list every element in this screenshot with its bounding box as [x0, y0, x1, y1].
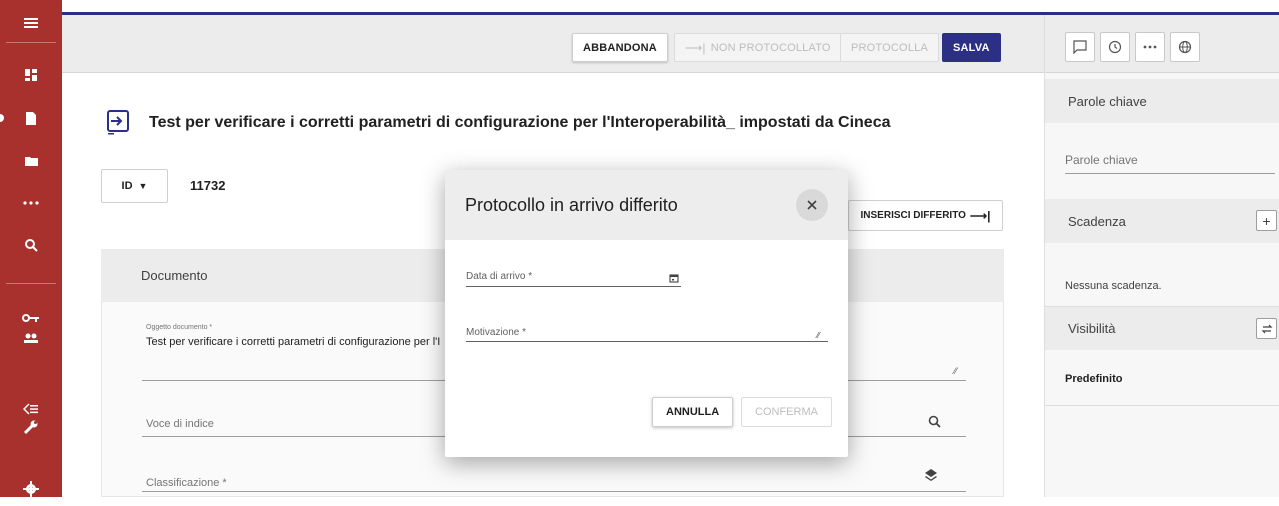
oggetto-label: Oggetto documento *	[146, 324, 213, 331]
arrow-into-bar-icon: ⟶|	[969, 208, 991, 223]
wrench-icon[interactable]	[0, 410, 62, 444]
visibilita-header: Visibilità	[1045, 306, 1279, 350]
conferma-label: CONFERMA	[755, 406, 818, 418]
arrow-into-bar-icon: ⟶|	[685, 40, 706, 55]
folder-icon[interactable]	[0, 144, 62, 178]
voce-indice-input[interactable]: Voce di indice	[146, 418, 214, 430]
action-toolbar: ABBANDONA ⟶| NON PROTOCOLLATO PROTOCOLLA…	[62, 15, 1044, 73]
resize-handle-icon[interactable]: ⁄⁄	[817, 331, 820, 340]
people-icon[interactable]	[0, 321, 62, 355]
caret-down-icon: ▼	[138, 181, 148, 191]
parole-chiave-placeholder: Parole chiave	[1065, 153, 1138, 167]
classificazione-input[interactable]: Classificazione *	[146, 477, 227, 489]
add-scadenza-button[interactable]: +	[1256, 210, 1277, 231]
right-panel-toolbar	[1045, 15, 1279, 73]
more-horizontal-icon[interactable]	[1135, 32, 1165, 62]
parole-chiave-header: Parole chiave	[1045, 79, 1279, 123]
protocolla-button[interactable]: PROTOCOLLA	[840, 33, 939, 62]
plus-icon: +	[1262, 212, 1271, 229]
top-margin	[62, 0, 1279, 12]
document-title: Test per verificare i corretti parametri…	[149, 114, 891, 131]
abbandona-button[interactable]: ABBANDONA	[572, 33, 668, 62]
scadenza-header: Scadenza +	[1045, 199, 1279, 243]
scadenza-empty-text: Nessuna scadenza.	[1065, 280, 1162, 292]
visibilita-title: Visibilità	[1068, 321, 1116, 336]
resize-handle-icon[interactable]: ⁄⁄	[954, 366, 957, 376]
parole-chiave-input[interactable]: Parole chiave	[1065, 153, 1138, 167]
gear-icon[interactable]	[0, 472, 62, 506]
non-protocollato-button[interactable]: ⟶| NON PROTOCOLLATO	[674, 33, 842, 62]
id-selector-label: ID	[121, 180, 133, 192]
history-icon[interactable]	[1100, 32, 1130, 62]
comment-icon[interactable]	[1065, 32, 1095, 62]
data-arrivo-underline	[466, 286, 681, 287]
toggle-visibilita-button[interactable]	[1256, 318, 1277, 339]
swap-icon	[1261, 324, 1272, 333]
rail-divider	[6, 42, 56, 43]
document-id-value: 11732	[190, 178, 226, 193]
more-icon[interactable]	[0, 186, 62, 220]
visibilita-value-label: Predefinito	[1065, 373, 1123, 385]
annulla-label: ANNULLA	[666, 406, 720, 418]
conferma-button[interactable]: CONFERMA	[741, 397, 832, 427]
scadenza-empty-label: Nessuna scadenza.	[1065, 280, 1162, 292]
rail-divider	[6, 283, 56, 284]
inserisci-differito-button[interactable]: INSERISCI DIFFERITO ⟶|	[848, 200, 1003, 231]
dashboard-icon[interactable]	[0, 58, 62, 92]
dialog-title: Protocollo in arrivo differito	[465, 195, 678, 215]
salva-button[interactable]: SALVA	[942, 33, 1001, 62]
menu-icon[interactable]	[0, 6, 62, 40]
documento-section-title: Documento	[141, 268, 208, 283]
nav-rail	[0, 0, 62, 497]
incoming-document-icon	[107, 110, 129, 136]
data-arrivo-input[interactable]: Data di arrivo *	[466, 271, 532, 282]
oggetto-textarea[interactable]: Test per verificare i corretti parametri…	[146, 336, 446, 348]
motivazione-textarea[interactable]: Motivazione *	[466, 327, 526, 338]
visibilita-value: Predefinito	[1065, 373, 1122, 385]
abbandona-label: ABBANDONA	[583, 41, 657, 54]
search-icon[interactable]	[0, 228, 62, 262]
non-protocollato-label: NON PROTOCOLLATO	[710, 41, 831, 54]
document-icon[interactable]	[0, 101, 62, 135]
salva-label: SALVA	[953, 41, 990, 54]
layers-icon[interactable]	[924, 468, 938, 487]
classificazione-underline	[142, 491, 966, 492]
globe-icon[interactable]	[1170, 32, 1200, 62]
motivazione-underline	[466, 341, 828, 342]
close-button[interactable]	[796, 189, 828, 221]
dialog-header: Protocollo in arrivo differito	[445, 170, 848, 240]
close-icon	[807, 200, 817, 210]
scadenza-title: Scadenza	[1068, 213, 1126, 229]
id-selector-button[interactable]: ID ▼	[101, 169, 168, 203]
protocollo-differito-dialog: Protocollo in arrivo differito Data di a…	[445, 170, 848, 457]
parole-chiave-title: Parole chiave	[1068, 93, 1147, 109]
search-icon[interactable]	[928, 415, 941, 433]
right-side-panel: Parole chiave Parole chiave Scadenza + N…	[1044, 15, 1279, 497]
parole-chiave-underline	[1065, 173, 1275, 174]
panel-divider	[1045, 405, 1279, 406]
annulla-button[interactable]: ANNULLA	[652, 397, 734, 427]
protocolla-label: PROTOCOLLA	[851, 41, 928, 54]
inserisci-differito-label: INSERISCI DIFFERITO	[860, 210, 966, 221]
